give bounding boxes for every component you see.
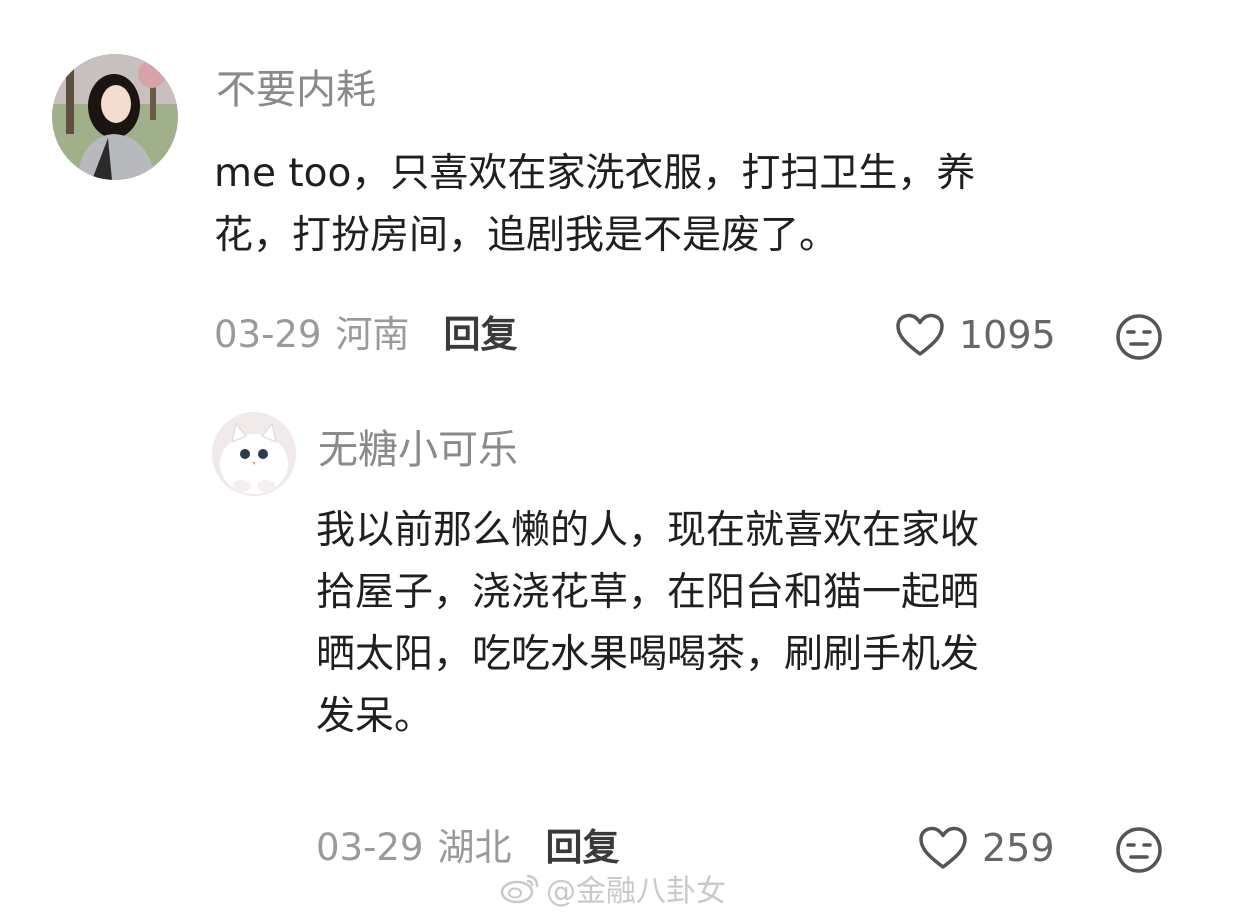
- watermark: @金融八卦女: [500, 866, 726, 910]
- dislike-button[interactable]: [1115, 826, 1163, 878]
- user-avatar[interactable]: [52, 54, 178, 180]
- comment-text-line: 晒太阳，吃吃水果喝喝茶，刷刷手机发: [316, 632, 980, 677]
- comment-text: 我以前那么懒的人，现在就喜欢在家收 拾屋子，浇浇花草，在阳台和猫一起晒 晒太阳，…: [316, 500, 1196, 748]
- neutral-face-icon: [1116, 827, 1162, 873]
- comment-meta: 03-29 湖北 回复: [316, 826, 620, 870]
- comment-meta: 03-29 河南 回复: [214, 313, 518, 357]
- heart-icon: [896, 313, 944, 356]
- like-button[interactable]: 1095: [895, 313, 1056, 357]
- watermark-text: @金融八卦女: [546, 874, 726, 909]
- reply-button[interactable]: 回复: [546, 826, 620, 870]
- comment-text: me too，只喜欢在家洗衣服，打扫卫生，养 花，打扮房间，追剧我是不是废了。: [214, 143, 1194, 267]
- like-count: 259: [982, 826, 1055, 870]
- like-count: 1095: [959, 313, 1056, 357]
- weibo-logo-icon: [500, 874, 539, 904]
- like-button[interactable]: 259: [918, 826, 1055, 870]
- reply-button[interactable]: 回复: [444, 313, 518, 357]
- comment-text-line: me too，只喜欢在家洗衣服，打扫卫生，养: [214, 151, 976, 196]
- comment-username[interactable]: 无糖小可乐: [318, 426, 518, 474]
- comment-location: 湖北: [437, 826, 512, 869]
- user-avatar[interactable]: [212, 412, 296, 496]
- comment-date: 03-29: [214, 313, 322, 356]
- comment-text-line: 发呆。: [316, 694, 434, 739]
- neutral-face-icon: [1116, 314, 1162, 360]
- comment-text-line: 花，打扮房间，追剧我是不是废了。: [214, 213, 839, 258]
- comment-date: 03-29: [316, 826, 424, 869]
- comment-username[interactable]: 不要内耗: [216, 66, 376, 114]
- dislike-button[interactable]: [1115, 313, 1163, 365]
- comment-location: 河南: [335, 313, 410, 356]
- comment-text-line: 我以前那么懒的人，现在就喜欢在家收: [316, 508, 980, 553]
- heart-icon: [919, 826, 967, 869]
- comment-text-line: 拾屋子，浇浇花草，在阳台和猫一起晒: [316, 570, 980, 615]
